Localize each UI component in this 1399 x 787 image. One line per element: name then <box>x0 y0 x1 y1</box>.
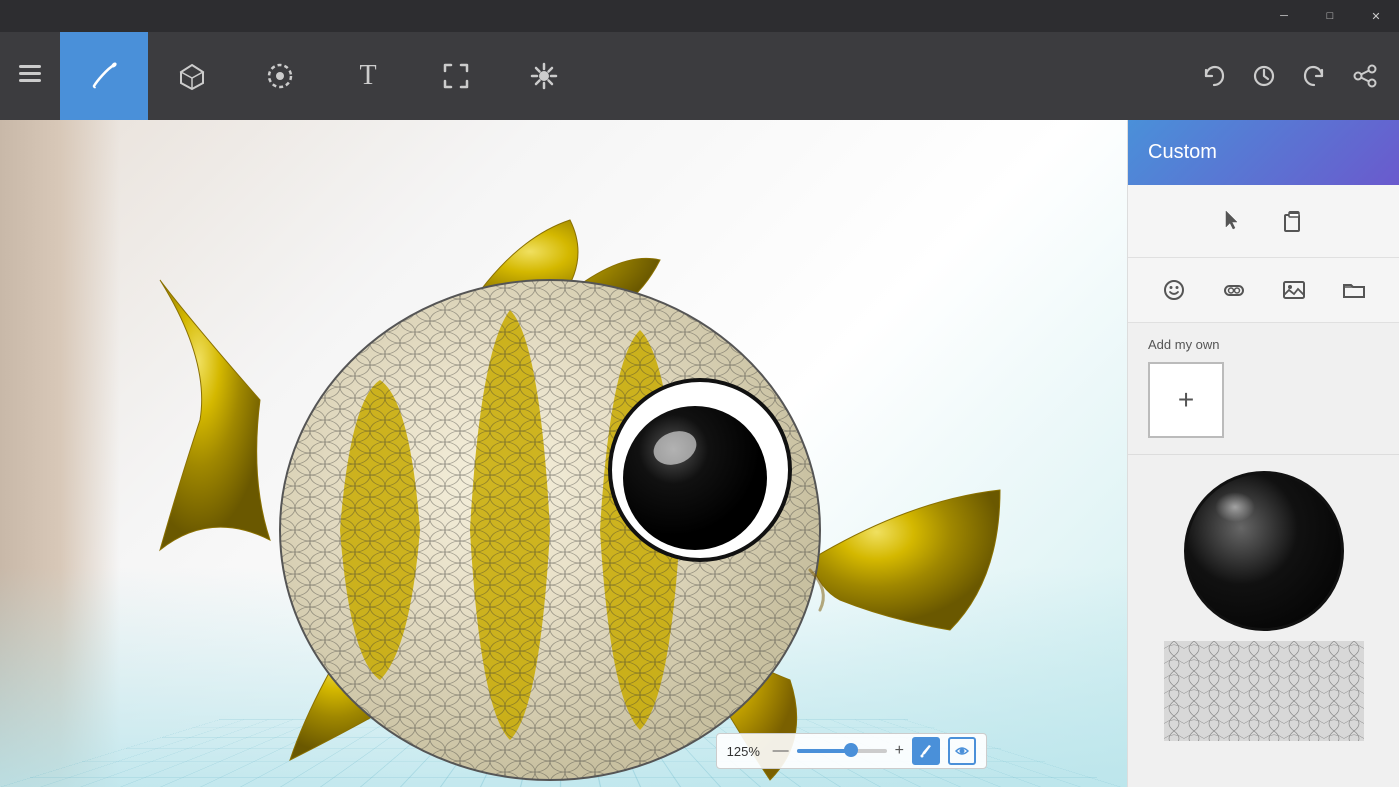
eye-mode-button[interactable] <box>948 737 976 765</box>
main-area: 125% — + Custom <box>0 120 1399 787</box>
maximize-button[interactable]: □ <box>1307 0 1353 32</box>
tool-list: T <box>60 32 1191 120</box>
zoom-bar: 125% — + <box>716 733 987 769</box>
hamburger-menu-button[interactable] <box>0 32 60 120</box>
eye-texture-preview[interactable] <box>1184 471 1344 631</box>
share-button[interactable] <box>1341 53 1387 99</box>
panel-icon-row-2 <box>1128 258 1399 323</box>
history-button[interactable] <box>1241 53 1287 99</box>
pen-mode-button[interactable] <box>912 737 940 765</box>
zoom-slider-track[interactable] <box>797 749 887 753</box>
fish-3d-model[interactable] <box>80 170 1080 787</box>
panel-divider <box>1128 454 1399 455</box>
toolbar-right-buttons <box>1191 53 1399 99</box>
panel-header: Custom <box>1128 120 1399 185</box>
redo-button[interactable] <box>1291 53 1337 99</box>
canvas-area[interactable]: 125% — + <box>0 120 1127 787</box>
eye-highlight <box>1215 492 1255 522</box>
hamburger-icon <box>19 65 41 88</box>
zoom-slider-thumb[interactable] <box>844 743 858 757</box>
toolbar: T <box>0 32 1399 120</box>
text-icon: T <box>359 60 376 92</box>
panel-icon-row-1 <box>1128 185 1399 258</box>
minimize-button[interactable]: ─ <box>1261 0 1307 32</box>
cursor-tool-panel-button[interactable] <box>1214 201 1254 241</box>
effects-tool-button[interactable] <box>500 32 588 120</box>
panel-title: Custom <box>1148 141 1217 164</box>
select-tool-button[interactable] <box>236 32 324 120</box>
scale-texture-preview[interactable] <box>1164 641 1364 741</box>
add-my-own-section: Add my own + <box>1128 323 1399 448</box>
sticker-panel-button[interactable] <box>1154 270 1194 310</box>
add-my-own-button[interactable]: + <box>1148 362 1224 438</box>
scale-texture-inner <box>1164 641 1364 741</box>
add-my-own-label: Add my own <box>1148 337 1379 352</box>
zoom-percentage: 125% <box>727 744 765 759</box>
zoom-minus-button[interactable]: — <box>773 742 789 760</box>
title-bar: ─ □ ✕ <box>0 0 1399 32</box>
zoom-slider-fill <box>797 749 851 753</box>
folder-panel-button[interactable] <box>1334 270 1374 310</box>
image-panel-button[interactable] <box>1274 270 1314 310</box>
close-button[interactable]: ✕ <box>1353 0 1399 32</box>
text-tool-button[interactable]: T <box>324 32 412 120</box>
3d-object-tool-button[interactable] <box>148 32 236 120</box>
zoom-plus-button[interactable]: + <box>895 742 904 760</box>
texture-preview-area[interactable] <box>1128 461 1399 787</box>
brush-tool-button[interactable] <box>60 32 148 120</box>
paste-tool-panel-button[interactable] <box>1274 201 1314 241</box>
right-panel: Custom <box>1127 120 1399 787</box>
undo-button[interactable] <box>1191 53 1237 99</box>
resize-tool-button[interactable] <box>412 32 500 120</box>
mixed-reality-panel-button[interactable] <box>1214 270 1254 310</box>
